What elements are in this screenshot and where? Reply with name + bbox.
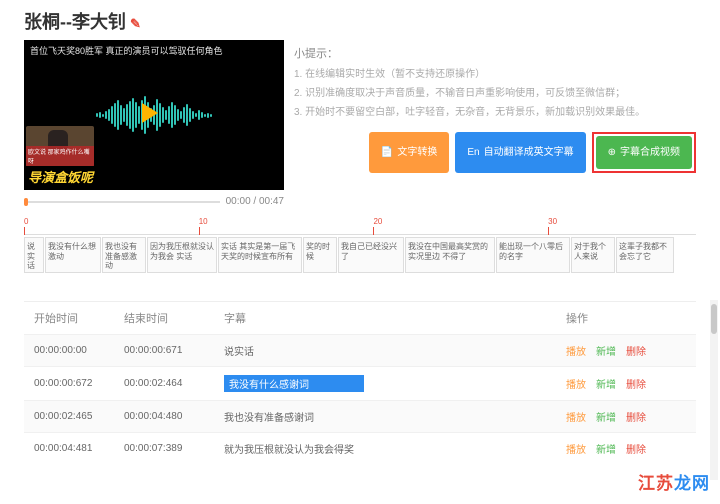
subtitle-text: 我也没有准备感谢词 (224, 413, 314, 424)
edit-icon[interactable]: ✎ (130, 16, 141, 31)
delete-link[interactable]: 删除 (626, 376, 646, 391)
play-icon[interactable] (142, 103, 158, 123)
add-link[interactable]: 新增 (596, 343, 616, 358)
start-time: 00:00:00:00 (34, 345, 124, 356)
clip-item[interactable]: 奖的时候 (303, 237, 337, 273)
clip-item[interactable]: 因为我压根就没认为我会 实话 (147, 237, 217, 273)
text-convert-button[interactable]: 📄文字转换 (369, 132, 449, 173)
start-time: 00:00:02:465 (34, 411, 124, 422)
clip-item[interactable]: 我也没有准备感激动 (102, 237, 146, 273)
doc-icon: 📄 (381, 143, 393, 162)
delete-link[interactable]: 删除 (626, 409, 646, 424)
clip-item[interactable]: 说实话 (24, 237, 44, 273)
thumb-caption: 欧文说 那家鸡作什么嘴呀 (26, 146, 94, 166)
delete-link[interactable]: 删除 (626, 343, 646, 358)
start-time: 00:00:04:481 (34, 443, 124, 454)
progress-bar[interactable]: 00:00 / 00:47 (24, 196, 284, 207)
end-time: 00:00:07:389 (124, 443, 224, 454)
tips-panel: 小提示： 1. 在线编辑实时生效（暂不支持还原操作） 2. 识别准确度取决于声音… (294, 40, 696, 207)
compose-video-button[interactable]: ⊕字幕合成视频 (596, 136, 692, 169)
subtitle-table: 开始时间 结束时间 字幕 操作 00:00:00:0000:00:00:671说… (24, 301, 696, 464)
time-display: 00:00 / 00:47 (226, 196, 284, 207)
clip-item[interactable]: 我没在中国最高奖赏的实况里边 不得了 (405, 237, 495, 273)
translate-button[interactable]: En自动翻译成英文字幕 (455, 132, 585, 173)
clip-item[interactable]: 这辈子我都不会忘了它 (616, 237, 674, 273)
end-time: 00:00:04:480 (124, 411, 224, 422)
clip-item[interactable]: 我自己已经没兴了 (338, 237, 404, 273)
table-row: 00:00:02:46500:00:04:480我也没有准备感谢词 播放新增删除 (24, 400, 696, 432)
video-player[interactable]: 首位飞天奖80胜军 真正的演员可以驾驭任何角色 欧文说 那家鸡作什么嘴呀 导演盒… (24, 40, 284, 190)
table-row: 00:00:00:0000:00:00:671说实话 播放新增删除 (24, 334, 696, 366)
timeline-clips[interactable]: 说实话我没有什么想激动我也没有准备感激动因为我压根就没认为我会 实话实话 其实是… (24, 237, 696, 273)
table-header: 开始时间 结束时间 字幕 操作 (24, 301, 696, 334)
table-row: 00:00:00:67200:00:02:464 播放新增删除 (24, 366, 696, 400)
highlight-box: ⊕字幕合成视频 (592, 132, 696, 173)
delete-link[interactable]: 删除 (626, 441, 646, 456)
add-link[interactable]: 新增 (596, 409, 616, 424)
clip-item[interactable]: 能出现一个八零后的名字 (496, 237, 570, 273)
page-title: 张桐--李大钊✎ (24, 8, 696, 34)
end-time: 00:00:02:464 (124, 378, 224, 389)
clip-item[interactable]: 对于我个人来说 (571, 237, 615, 273)
en-icon: En (467, 143, 479, 162)
play-link[interactable]: 播放 (566, 409, 586, 424)
subtitle-text: 就为我压根就没认为我会得奖 (224, 445, 354, 456)
clip-item[interactable]: 我没有什么想激动 (45, 237, 101, 273)
subtitle-text: 说实话 (224, 347, 254, 358)
overlay-text: 首位飞天奖80胜军 真正的演员可以驾驭任何角色 (30, 46, 278, 58)
subtitle-overlay: 导演盒饭呢 (28, 167, 93, 186)
add-link[interactable]: 新增 (596, 376, 616, 391)
start-time: 00:00:00:672 (34, 378, 124, 389)
play-link[interactable]: 播放 (566, 376, 586, 391)
plus-icon: ⊕ (608, 143, 616, 162)
play-link[interactable]: 播放 (566, 343, 586, 358)
scrollbar[interactable] (710, 300, 718, 480)
timeline-ruler[interactable]: 0 10 20 30 (24, 217, 696, 235)
clip-item[interactable]: 实话 其实是第一届飞天奖的时候宣布所有 (218, 237, 302, 273)
watermark: 江苏龙网 (638, 469, 710, 494)
subtitle-input[interactable] (224, 375, 364, 392)
table-row: 00:00:04:48100:00:07:389就为我压根就没认为我会得奖 播放新… (24, 432, 696, 464)
add-link[interactable]: 新增 (596, 441, 616, 456)
play-link[interactable]: 播放 (566, 441, 586, 456)
end-time: 00:00:00:671 (124, 345, 224, 356)
